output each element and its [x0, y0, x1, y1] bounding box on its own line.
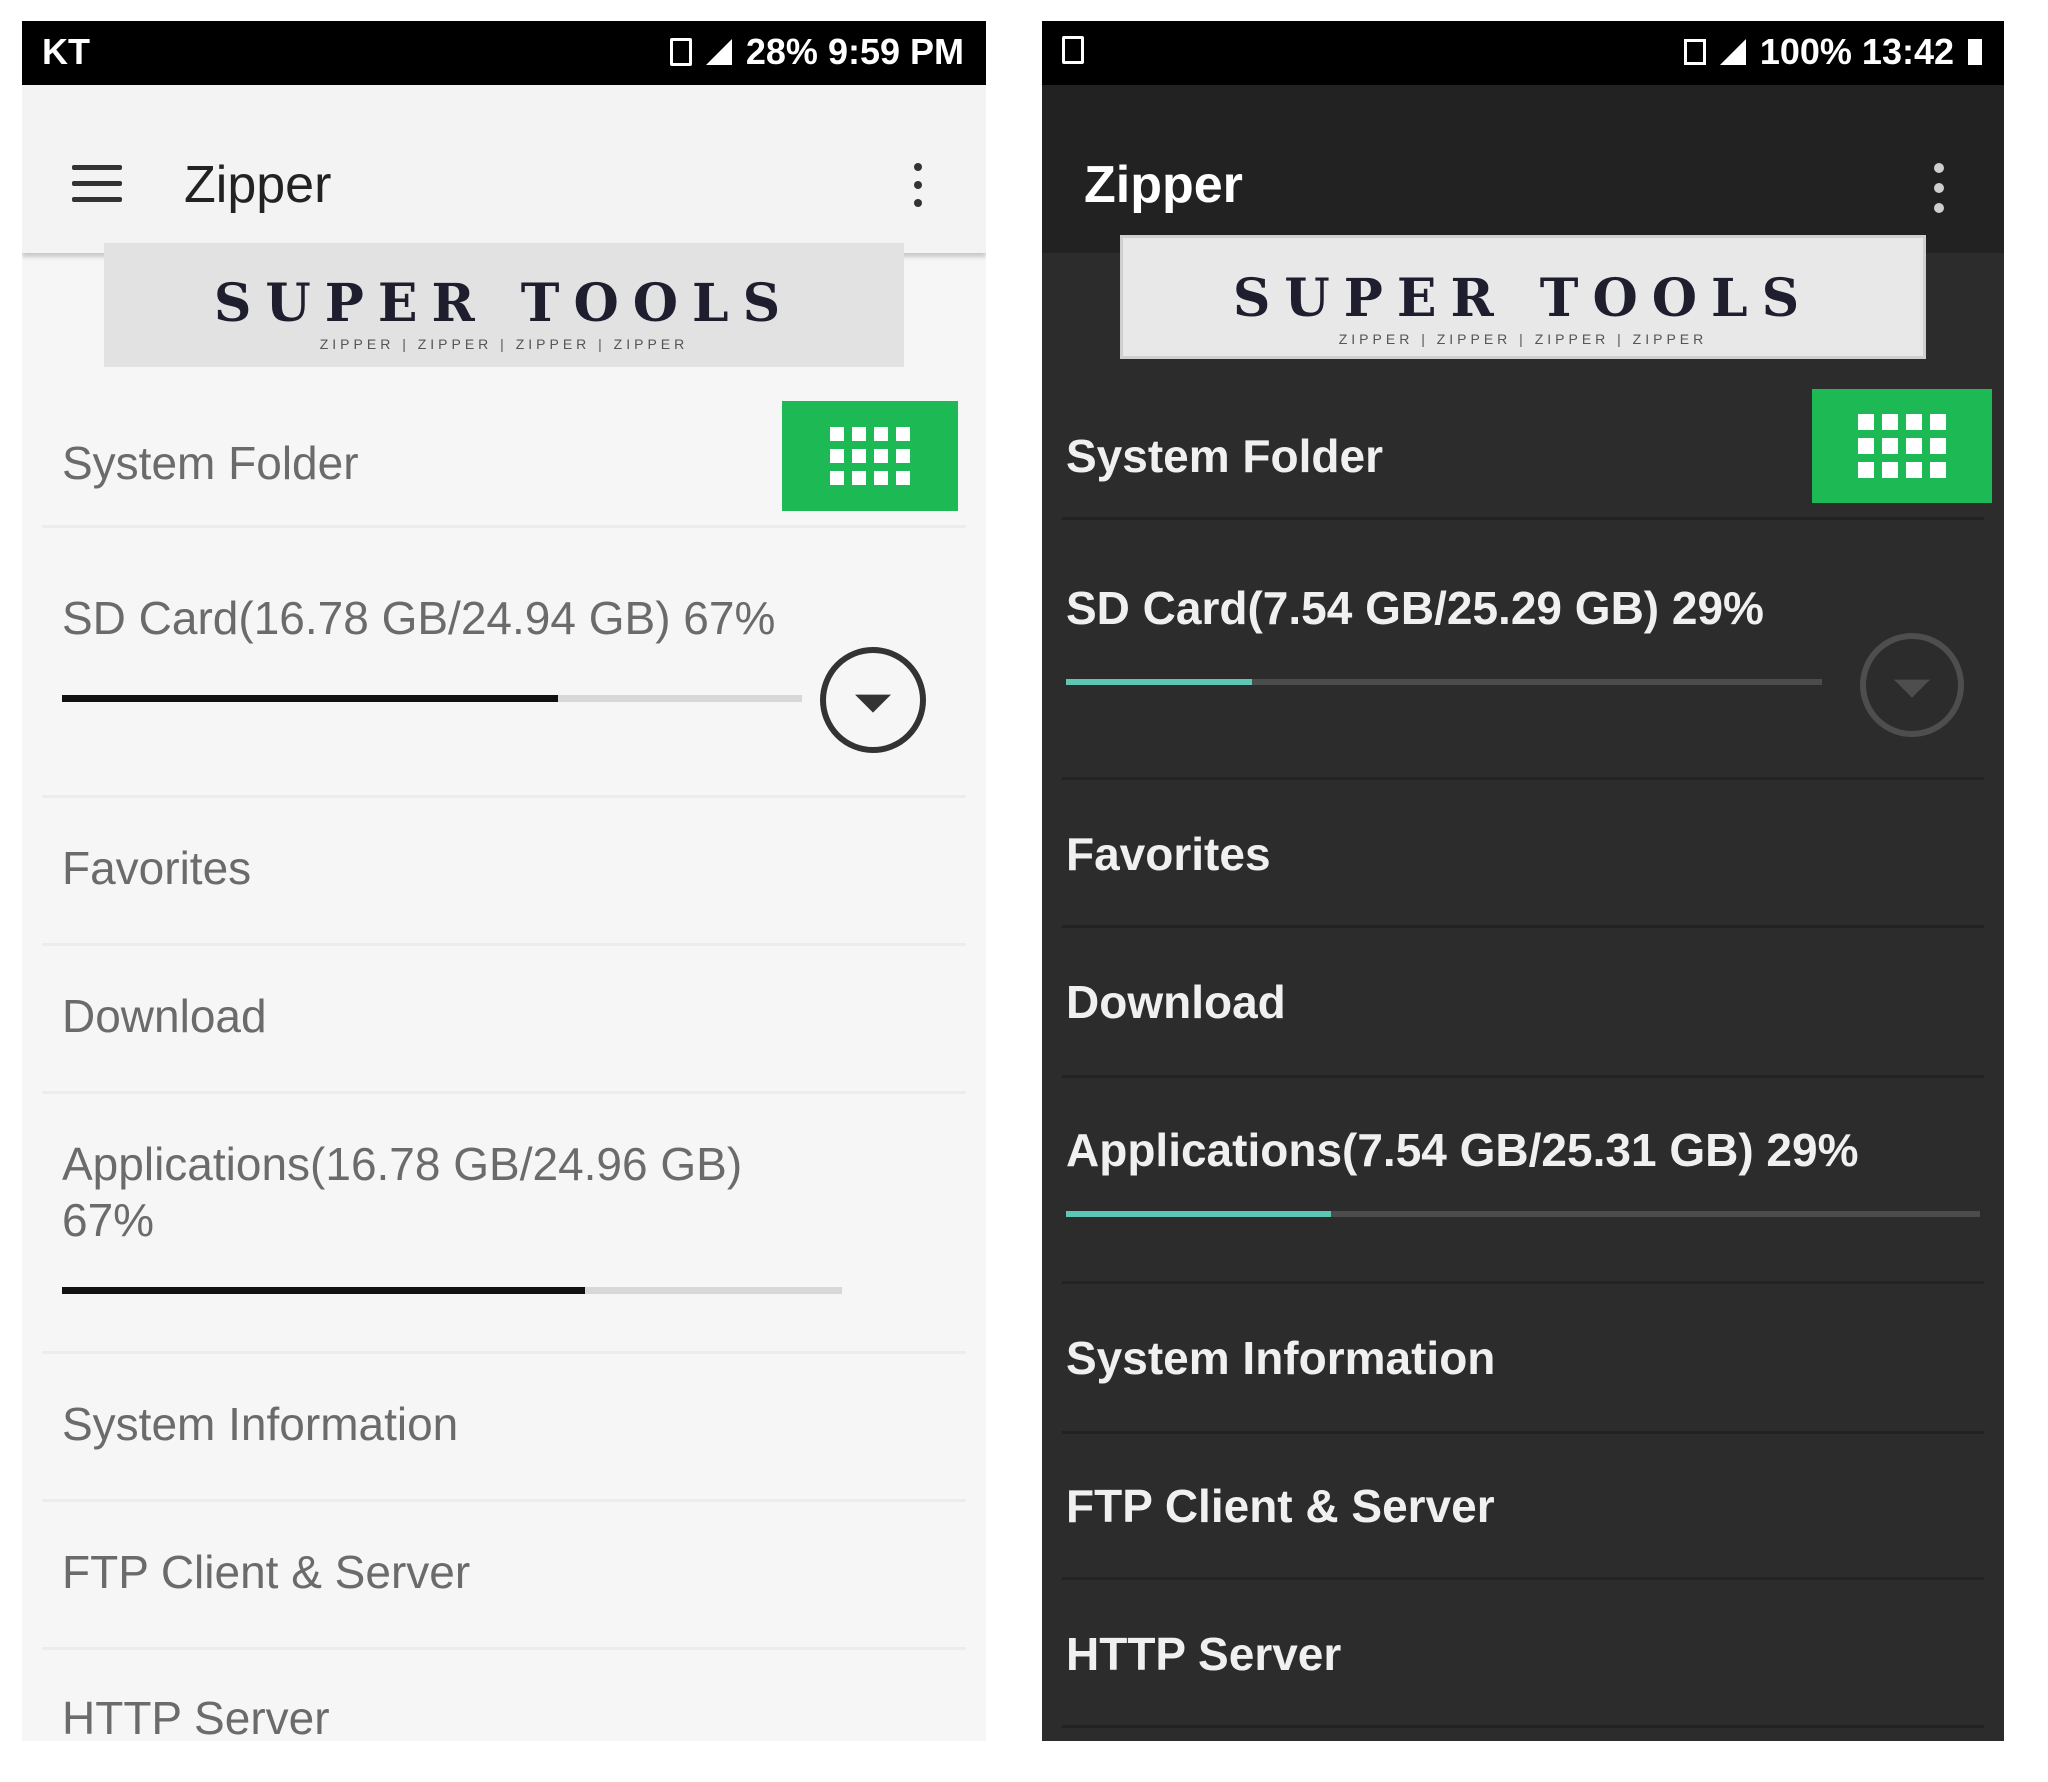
divider: [1062, 1725, 1984, 1728]
banner-subtitle: ZIPPER | ZIPPER | ZIPPER | ZIPPER: [1338, 331, 1708, 347]
app-title: Zipper: [184, 156, 332, 214]
dropdown-button[interactable]: [1860, 633, 1964, 737]
dropdown-icon: [855, 694, 891, 713]
list-item-label: Applications(16.78 GB/24.96 GB): [62, 1138, 743, 1190]
list-item-label: HTTP Server: [1066, 1628, 1342, 1680]
list-item-label: System Information: [1066, 1332, 1496, 1384]
list-item-label: System Folder: [1066, 430, 1383, 482]
list-item-download[interactable]: Download: [22, 947, 986, 1087]
light-theme-screenshot: KT 28% 9:59 PM Zipper SUPER TOOLS ZIPPER…: [22, 21, 986, 1741]
divider: [1062, 1075, 1984, 1078]
list-item-http[interactable]: HTTP Server: [1042, 1581, 2004, 1723]
dropdown-icon: [1894, 679, 1930, 698]
list-item-label: Favorites: [62, 842, 252, 894]
list-item-label: Favorites: [1066, 828, 1271, 880]
divider: [1062, 517, 1984, 520]
battery-icon: [1968, 39, 1982, 65]
list-item-label: Applications(7.54 GB/25.31 GB) 29%: [1066, 1124, 1859, 1176]
progress-fill: [62, 1287, 585, 1294]
divider: [1062, 925, 1984, 928]
list-item-ftp[interactable]: FTP Client & Server: [1042, 1435, 2004, 1577]
divider: [42, 1499, 966, 1502]
divider: [1062, 1431, 1984, 1434]
list-item-favorites[interactable]: Favorites: [22, 799, 986, 939]
battery-time-label: 28% 9:59 PM: [745, 31, 964, 72]
list-item-system-information[interactable]: System Information: [1042, 1285, 2004, 1427]
list-item-label: FTP Client & Server: [1066, 1480, 1495, 1532]
divider: [42, 1351, 966, 1354]
menu-icon[interactable]: [72, 165, 122, 203]
grid-icon: [1858, 414, 1946, 478]
screenshot-indicator-icon: [1062, 31, 1084, 73]
list-item-http[interactable]: HTTP Server: [22, 1651, 986, 1741]
app-bar: Zipper: [22, 85, 986, 253]
list-item-applications[interactable]: Applications(7.54 GB/25.31 GB) 29%: [1042, 1079, 2004, 1287]
list-item-label: Download: [1066, 976, 1286, 1028]
sim-icon: [669, 38, 692, 66]
battery-time-label: 100% 13:42: [1759, 31, 1954, 72]
list-item-label: System Information: [62, 1398, 459, 1450]
applications-progress-bar: [1066, 1211, 1980, 1217]
list-item-label: SD Card(7.54 GB/25.29 GB) 29%: [1066, 582, 1764, 634]
sd-card-progress-bar: [62, 695, 802, 702]
list-item-sd-card[interactable]: SD Card(7.54 GB/25.29 GB) 29%: [1042, 521, 2004, 797]
status-bar: 100% 13:42: [1042, 21, 2004, 85]
nfc-icon: [1683, 39, 1706, 65]
dark-theme-screenshot: 100% 13:42 Zipper SUPER TOOLS ZIPPER | Z…: [1042, 21, 2004, 1741]
list-item-label-percent: 67%: [62, 1194, 155, 1246]
list-item-label: System Folder: [62, 437, 359, 489]
status-icons: 28% 9:59 PM: [669, 31, 964, 73]
status-bar: KT 28% 9:59 PM: [22, 21, 986, 85]
super-tools-banner[interactable]: SUPER TOOLS ZIPPER | ZIPPER | ZIPPER | Z…: [1120, 235, 1926, 359]
super-tools-banner[interactable]: SUPER TOOLS ZIPPER | ZIPPER | ZIPPER | Z…: [104, 243, 904, 367]
grid-view-button[interactable]: [782, 401, 958, 511]
list-item-applications[interactable]: Applications(16.78 GB/24.96 GB) 67%: [22, 1095, 986, 1345]
list-item-label: SD Card(16.78 GB/24.94 GB) 67%: [62, 592, 776, 644]
applications-progress-bar: [62, 1287, 842, 1294]
progress-fill: [62, 695, 558, 702]
banner-subtitle: ZIPPER | ZIPPER | ZIPPER | ZIPPER: [319, 336, 689, 352]
divider: [1062, 777, 1984, 780]
divider: [42, 795, 966, 798]
sd-card-progress-bar: [1066, 679, 1822, 685]
overflow-menu-icon[interactable]: [914, 163, 926, 217]
carrier-label: KT: [42, 31, 90, 72]
list-item-download[interactable]: Download: [1042, 929, 2004, 1071]
app-title: Zipper: [1084, 156, 1243, 214]
divider: [1062, 1281, 1984, 1284]
banner-title: SUPER TOOLS: [1232, 268, 1814, 329]
divider: [42, 1647, 966, 1650]
divider: [42, 1091, 966, 1094]
app-bar: Zipper: [1042, 85, 2004, 253]
list-item-system-information[interactable]: System Information: [22, 1355, 986, 1495]
divider: [42, 943, 966, 946]
overflow-menu-icon[interactable]: [1934, 163, 1946, 223]
divider: [42, 525, 966, 528]
grid-view-button[interactable]: [1812, 389, 1992, 503]
banner-title: SUPER TOOLS: [213, 273, 795, 334]
list-item-ftp[interactable]: FTP Client & Server: [22, 1503, 986, 1643]
signal-icon: [1719, 39, 1746, 65]
progress-fill: [1066, 1211, 1332, 1217]
signal-icon: [705, 39, 732, 65]
list-item-label: HTTP Server: [62, 1692, 330, 1741]
status-icons: 100% 13:42: [1683, 31, 1982, 73]
divider: [1062, 1577, 1984, 1580]
list-item-label: Download: [62, 990, 267, 1042]
list-item-label: FTP Client & Server: [62, 1546, 471, 1598]
dropdown-button[interactable]: [820, 647, 926, 753]
grid-icon: [830, 427, 910, 485]
progress-fill: [1066, 679, 1253, 685]
list-item-favorites[interactable]: Favorites: [1042, 781, 2004, 923]
